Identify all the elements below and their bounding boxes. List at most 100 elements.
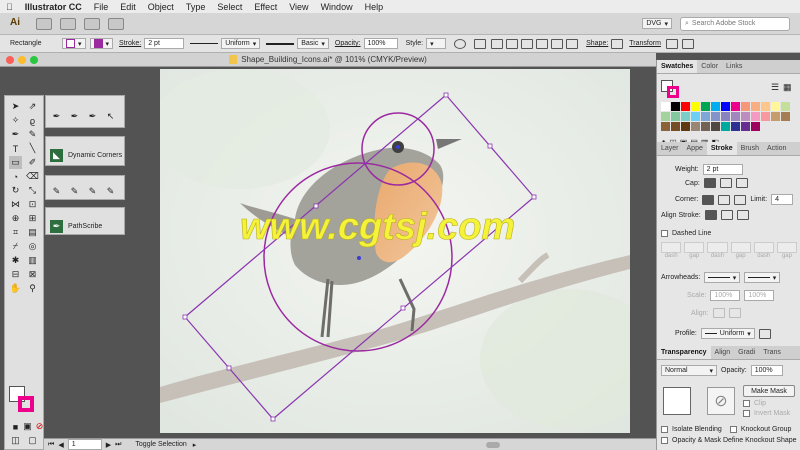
- apple-menu-icon[interactable]: : [0, 2, 19, 12]
- hand-tool-icon[interactable]: ✋: [9, 282, 22, 295]
- pathscribe-icon[interactable]: ✒: [50, 220, 63, 233]
- type-tool-icon[interactable]: T: [9, 142, 22, 155]
- align-center-icon[interactable]: [506, 38, 519, 49]
- blend-tool-icon[interactable]: ◎: [26, 240, 39, 253]
- tab-transparency[interactable]: Transparency: [657, 346, 711, 359]
- line-segment-tool-icon[interactable]: ╲: [26, 142, 39, 155]
- dynamic-corners-label[interactable]: Dynamic Corners: [68, 152, 122, 159]
- make-mask-button[interactable]: Make Mask: [743, 385, 795, 397]
- free-transform-tool-icon[interactable]: ⊡: [26, 198, 39, 211]
- magic-wand-tool-icon[interactable]: ✧: [9, 114, 22, 127]
- delete-anchor-point-icon[interactable]: ✒: [86, 110, 99, 123]
- menu-view[interactable]: View: [283, 2, 314, 12]
- color-swatch[interactable]: [721, 102, 730, 111]
- zoom-window-icon[interactable]: [30, 56, 38, 64]
- color-swatch[interactable]: [721, 112, 730, 121]
- start-scale-field[interactable]: 100%: [710, 290, 741, 301]
- join-tool-icon[interactable]: ✎: [86, 185, 99, 198]
- color-swatch[interactable]: [741, 122, 750, 131]
- minimize-window-icon[interactable]: [18, 56, 26, 64]
- color-swatch[interactable]: [681, 102, 690, 111]
- variable-width-profile-dropdown[interactable]: Uniform ▾: [221, 38, 261, 49]
- paintbrush-tool-icon[interactable]: ✐: [26, 156, 39, 169]
- invert-mask-checkbox[interactable]: [743, 410, 750, 417]
- scale-tool-icon[interactable]: ⤡: [26, 184, 39, 197]
- end-scale-field[interactable]: 100%: [744, 290, 775, 301]
- symbol-sprayer-tool-icon[interactable]: ✱: [9, 254, 22, 267]
- opacity-field[interactable]: 100%: [363, 38, 398, 49]
- zoom-tool-icon[interactable]: ⚲: [26, 282, 39, 295]
- pencil-tool-icon[interactable]: ✎: [104, 185, 117, 198]
- gpu-performance-button[interactable]: [108, 17, 124, 30]
- status-menu-icon[interactable]: ▸: [193, 441, 197, 449]
- align-inside-stroke-icon[interactable]: [720, 210, 733, 220]
- miter-join-icon[interactable]: [702, 194, 715, 205]
- color-swatch[interactable]: [701, 112, 710, 121]
- knockout-group-checkbox[interactable]: [729, 426, 737, 433]
- dashed-line-checkbox[interactable]: [661, 230, 668, 237]
- color-swatch[interactable]: [741, 102, 750, 111]
- direct-selection-tool-icon[interactable]: ⇗: [26, 100, 39, 113]
- arrange-documents-button[interactable]: [84, 17, 100, 30]
- artboard-number-field[interactable]: 1: [67, 439, 102, 450]
- blend-mode-dropdown[interactable]: Normal ▾: [661, 365, 717, 376]
- isolate-blending-checkbox[interactable]: [661, 426, 668, 433]
- menu-effect[interactable]: Effect: [248, 2, 283, 12]
- color-swatch[interactable]: [711, 112, 720, 121]
- column-graph-tool-icon[interactable]: ▥: [26, 254, 39, 267]
- align-center-stroke-icon[interactable]: [704, 210, 717, 220]
- tab-color[interactable]: Color: [697, 60, 722, 73]
- color-swatch[interactable]: [701, 122, 710, 131]
- color-swatch[interactable]: [781, 112, 790, 121]
- projecting-cap-icon[interactable]: [735, 178, 748, 188]
- tab-links[interactable]: Links: [722, 60, 746, 73]
- menu-object[interactable]: Object: [142, 2, 180, 12]
- status-text[interactable]: Toggle Selection: [135, 441, 186, 448]
- stock-search-input[interactable]: ⌕ Search Adobe Stock: [680, 16, 790, 31]
- clip-checkbox[interactable]: [743, 400, 750, 407]
- arrow-tip-at-end-icon[interactable]: [728, 308, 741, 318]
- bevel-join-icon[interactable]: [734, 194, 747, 205]
- tab-align[interactable]: Align: [711, 346, 735, 359]
- align-left-icon[interactable]: [491, 38, 504, 49]
- eraser-tool-icon[interactable]: ⌫: [26, 170, 39, 183]
- color-swatch[interactable]: [671, 102, 680, 111]
- horizontal-scrollbar-thumb[interactable]: [486, 441, 501, 448]
- transform-link[interactable]: Transform: [629, 40, 661, 47]
- smooth-tool-icon[interactable]: ✎: [50, 185, 63, 198]
- color-swatch[interactable]: [661, 112, 670, 121]
- start-arrowhead-dropdown[interactable]: ▾: [704, 272, 741, 283]
- opacity-label[interactable]: Opacity:: [335, 40, 361, 47]
- close-window-icon[interactable]: [6, 56, 14, 64]
- tab-transform[interactable]: Trans: [759, 346, 785, 359]
- bridge-button[interactable]: [36, 17, 52, 30]
- rectangle-tool-icon[interactable]: ▭: [9, 156, 22, 169]
- color-swatch[interactable]: [731, 122, 740, 131]
- profile-dropdown[interactable]: Uniform ▾: [700, 328, 755, 339]
- tab-stroke[interactable]: Stroke: [706, 142, 737, 155]
- align-middle-icon[interactable]: [551, 38, 564, 49]
- round-join-icon[interactable]: [718, 194, 731, 205]
- previous-artboard-icon[interactable]: ◀: [58, 441, 63, 449]
- mask-thumbnail-icon[interactable]: ⊘: [707, 387, 735, 415]
- stroke-label[interactable]: Stroke:: [119, 40, 141, 47]
- align-right-icon[interactable]: [521, 38, 534, 49]
- tab-brushes[interactable]: Brush: [737, 142, 763, 155]
- limit-field[interactable]: 4: [771, 194, 794, 205]
- tab-layers[interactable]: Layer: [657, 142, 683, 155]
- color-swatch[interactable]: [681, 112, 690, 121]
- color-swatch[interactable]: [731, 112, 740, 121]
- color-swatch[interactable]: [661, 102, 670, 111]
- align-top-icon[interactable]: [536, 38, 549, 49]
- color-swatch[interactable]: [771, 112, 780, 121]
- color-swatch[interactable]: [761, 112, 770, 121]
- tab-appearance[interactable]: Appe: [683, 142, 707, 155]
- isolate-icon[interactable]: [665, 38, 678, 49]
- curvature-tool-icon[interactable]: ✎: [26, 128, 39, 141]
- shape-label[interactable]: Shape:: [586, 40, 608, 47]
- shape-rectangle-icon[interactable]: [611, 38, 624, 49]
- none-mode-icon[interactable]: ⊘: [33, 420, 46, 433]
- panel-menu-icon[interactable]: [681, 38, 694, 49]
- screen-mode-icon[interactable]: ▢: [26, 434, 39, 447]
- pen-tool-icon[interactable]: ✒: [50, 110, 63, 123]
